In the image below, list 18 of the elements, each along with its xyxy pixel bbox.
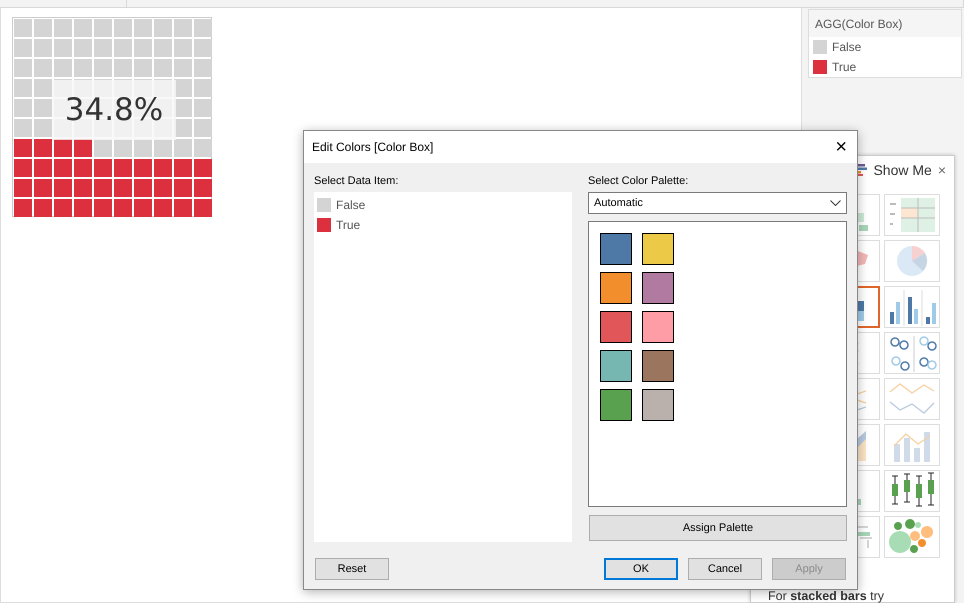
palette-dropdown[interactable]: Automatic bbox=[588, 192, 847, 214]
panel-title: Show Me bbox=[873, 162, 932, 178]
close-button[interactable]: × bbox=[938, 162, 946, 178]
legend-label: False bbox=[832, 40, 862, 54]
field-label: Select Data Item: bbox=[314, 175, 400, 187]
legend-title: AGG(Color Box) bbox=[809, 10, 961, 37]
close-button[interactable]: × bbox=[833, 137, 849, 157]
reset-button[interactable]: Reset bbox=[315, 558, 389, 580]
dialog-button[interactable]: OK bbox=[604, 558, 678, 580]
percentage-label: 34.8% bbox=[52, 80, 176, 140]
hint-text: For stacked bars try bbox=[768, 590, 884, 602]
data-item[interactable]: False bbox=[336, 198, 366, 212]
dialog-button[interactable]: Cancel bbox=[688, 558, 762, 580]
assign-palette-button[interactable]: Assign Palette bbox=[589, 515, 847, 541]
legend-label: True bbox=[832, 60, 856, 74]
field-label: Select Color Palette: bbox=[588, 175, 690, 187]
dialog-title: Edit Colors [Color Box] bbox=[312, 140, 434, 154]
data-item[interactable]: True bbox=[336, 218, 360, 232]
